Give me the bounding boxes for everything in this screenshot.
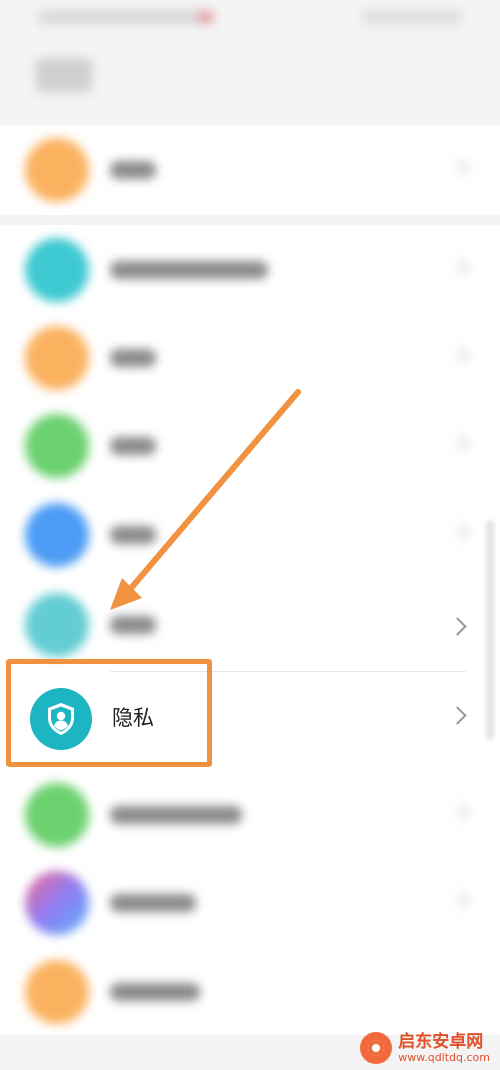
watermark-logo-icon (360, 1032, 393, 1064)
watermark: 启东安卓网 www.qdltdq.com (360, 1032, 490, 1064)
watermark-url: www.qdltdq.com (398, 1050, 490, 1064)
annotation-arrow-icon (110, 389, 301, 610)
watermark-title: 启东安卓网 (398, 1031, 484, 1052)
scrollbar[interactable] (486, 520, 494, 740)
